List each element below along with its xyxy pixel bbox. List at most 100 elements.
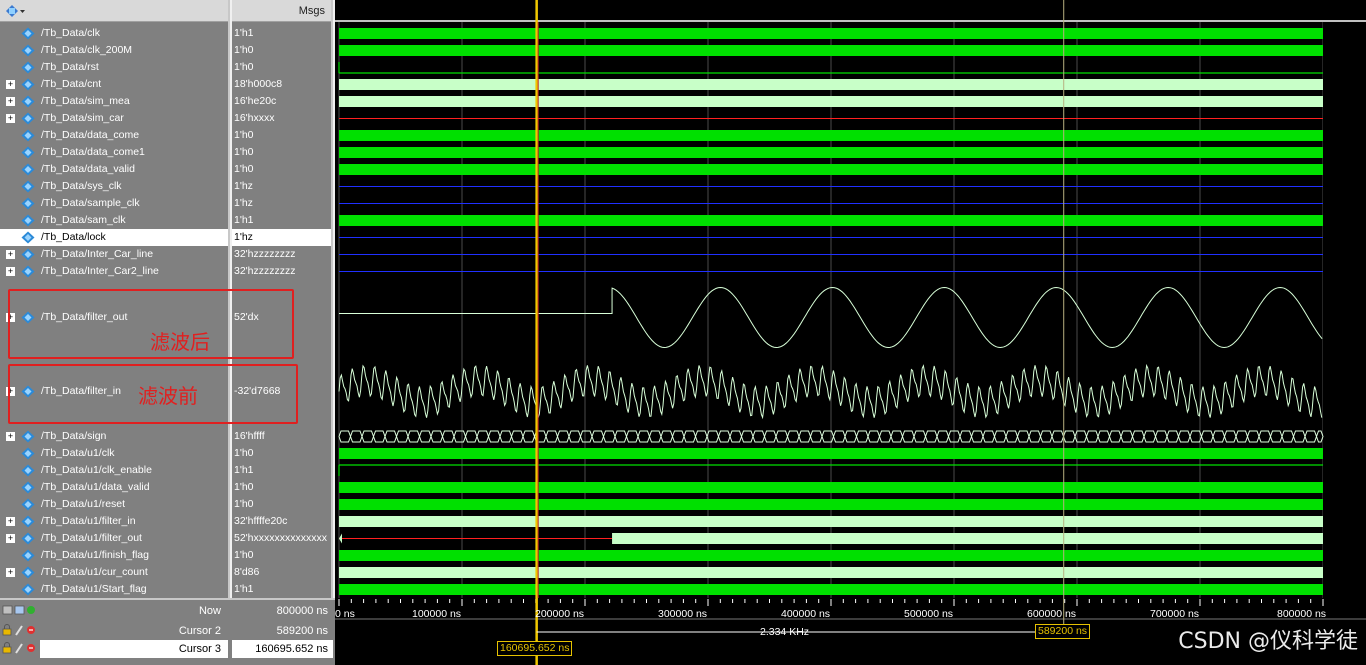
bus-segment — [361, 430, 375, 443]
bit-waveform — [339, 164, 1323, 175]
signal-value-row: 16'hxxxx — [232, 110, 331, 127]
signal-row[interactable]: /Tb_Data/sys_clk — [0, 178, 228, 195]
signal-row[interactable]: /Tb_Data/u1/reset — [0, 496, 228, 513]
bus-segment — [1269, 430, 1283, 443]
cursor3-value: 160695.652 ns — [255, 643, 328, 655]
signal-value-row: 1'hz — [232, 178, 331, 195]
expand-icon[interactable]: + — [6, 80, 15, 89]
signal-row[interactable]: /Tb_Data/u1/clk — [0, 445, 228, 462]
signal-row[interactable]: /Tb_Data/rst — [0, 59, 228, 76]
signal-value: 16'hffff — [234, 430, 265, 442]
bus-segment — [556, 430, 570, 443]
signal-name: /Tb_Data/u1/filter_out — [41, 532, 142, 544]
signal-value-row: 16'hffff — [232, 428, 331, 445]
cursor3-row[interactable]: Cursor 3 160695.652 ns — [0, 640, 333, 658]
signal-row[interactable]: /Tb_Data/data_valid — [0, 161, 228, 178]
bus-segment — [407, 430, 421, 443]
modelsim-wave-window: /Tb_Data/clk/Tb_Data/clk_200M/Tb_Data/rs… — [0, 0, 1366, 665]
signal-name: /Tb_Data/u1/reset — [41, 498, 126, 510]
signal-row[interactable]: /Tb_Data/u1/finish_flag — [0, 547, 228, 564]
signal-value: 1'h0 — [234, 129, 254, 141]
expand-icon[interactable]: + — [6, 534, 15, 543]
signal-value: 1'hz — [234, 180, 253, 192]
bus-segment — [706, 430, 720, 443]
expand-icon[interactable]: + — [6, 432, 15, 441]
wave-header — [335, 0, 1366, 22]
after-filter-label: 滤波后 — [150, 330, 210, 354]
signal-row[interactable]: + /Tb_Data/cnt — [0, 76, 228, 93]
signal-row[interactable]: + /Tb_Data/Inter_Car2_line — [0, 263, 228, 280]
signal-diamond-icon — [21, 532, 35, 545]
expand-icon[interactable]: + — [6, 250, 15, 259]
signal-row[interactable]: /Tb_Data/data_come — [0, 127, 228, 144]
signal-row[interactable]: /Tb_Data/u1/Start_flag — [0, 581, 228, 598]
bus-segment — [372, 430, 386, 443]
bus-segment — [614, 430, 628, 443]
signal-name: /Tb_Data/sys_clk — [41, 180, 122, 192]
signal-name: /Tb_Data/sim_car — [41, 112, 124, 124]
bus-waveform — [339, 567, 1323, 578]
signal-row[interactable]: + /Tb_Data/u1/filter_out — [0, 530, 228, 547]
tick-label: 200000 ns — [535, 608, 585, 620]
expand-icon[interactable]: + — [6, 97, 15, 106]
expand-icon[interactable]: + — [6, 517, 15, 526]
bus-segment — [487, 430, 501, 443]
signal-value-row: 1'h0 — [232, 479, 331, 496]
bus-segment — [464, 430, 478, 443]
signal-row[interactable]: + /Tb_Data/Inter_Car_line — [0, 246, 228, 263]
signal-row[interactable]: + /Tb_Data/u1/cur_count — [0, 564, 228, 581]
bus-segment — [729, 430, 743, 443]
signal-row[interactable]: + /Tb_Data/sim_mea — [0, 93, 228, 110]
signal-row[interactable]: /Tb_Data/sample_clk — [0, 195, 228, 212]
bit-waveform — [339, 147, 1323, 158]
cursor3-time-tag[interactable]: 160695.652 ns — [497, 641, 573, 656]
signal-row[interactable]: /Tb_Data/lock — [0, 229, 228, 246]
bus-segment — [878, 430, 892, 443]
wave-dropdown-icon[interactable] — [4, 4, 26, 18]
signal-row[interactable]: + /Tb_Data/u1/filter_in — [0, 513, 228, 530]
signal-value: 52'hxxxxxxxxxxxxxx — [234, 532, 328, 544]
bit-waveform — [339, 130, 1323, 141]
bus-segment — [855, 430, 869, 443]
signal-diamond-icon — [21, 248, 35, 261]
bus-segment — [1292, 430, 1306, 443]
signal-name: /Tb_Data/clk_200M — [41, 44, 133, 56]
bus-segment — [660, 430, 674, 443]
bus-segment — [901, 430, 915, 443]
bus-waveform — [339, 516, 1323, 527]
signal-value: 1'h0 — [234, 146, 254, 158]
bus-waveform — [612, 533, 1323, 544]
expand-icon[interactable]: + — [6, 114, 15, 123]
signal-diamond-icon — [21, 163, 35, 176]
signal-value-row: 1'h1 — [232, 462, 331, 479]
expand-icon[interactable]: + — [6, 568, 15, 577]
bus-segment — [798, 430, 812, 443]
signal-diamond-icon — [21, 180, 35, 193]
signal-row[interactable]: + /Tb_Data/sim_car — [0, 110, 228, 127]
signal-value: 1'h0 — [234, 498, 254, 510]
signal-row[interactable]: /Tb_Data/clk — [0, 25, 228, 42]
signal-row[interactable]: + /Tb_Data/sign — [0, 428, 228, 445]
waveform-canvas[interactable] — [335, 0, 1366, 598]
bus-segment — [890, 430, 904, 443]
before-filter-label: 滤波前 — [138, 384, 198, 408]
bus-segment — [625, 430, 639, 443]
bus-segment — [1258, 430, 1272, 443]
bit-waveform — [339, 448, 1323, 459]
signal-row[interactable]: /Tb_Data/data_come1 — [0, 144, 228, 161]
signal-row[interactable]: /Tb_Data/u1/data_valid — [0, 479, 228, 496]
bus-segment — [832, 430, 846, 443]
signal-row[interactable]: /Tb_Data/clk_200M — [0, 42, 228, 59]
waveform-svg[interactable] — [335, 0, 1366, 598]
cursor2-time-tag[interactable]: 589200 ns — [1035, 624, 1091, 639]
signal-diamond-icon — [21, 129, 35, 142]
cursor2-row[interactable]: Cursor 2 589200 ns — [0, 622, 333, 640]
bus-segment — [453, 430, 467, 443]
expand-icon[interactable]: + — [6, 267, 15, 276]
signal-value: 1'h1 — [234, 27, 254, 39]
signal-row[interactable]: /Tb_Data/u1/clk_enable — [0, 462, 228, 479]
tick-label: 600000 ns — [1027, 608, 1077, 620]
signal-row[interactable]: /Tb_Data/sam_clk — [0, 212, 228, 229]
signal-name: /Tb_Data/u1/filter_in — [41, 515, 136, 527]
bus-segment — [970, 430, 984, 443]
